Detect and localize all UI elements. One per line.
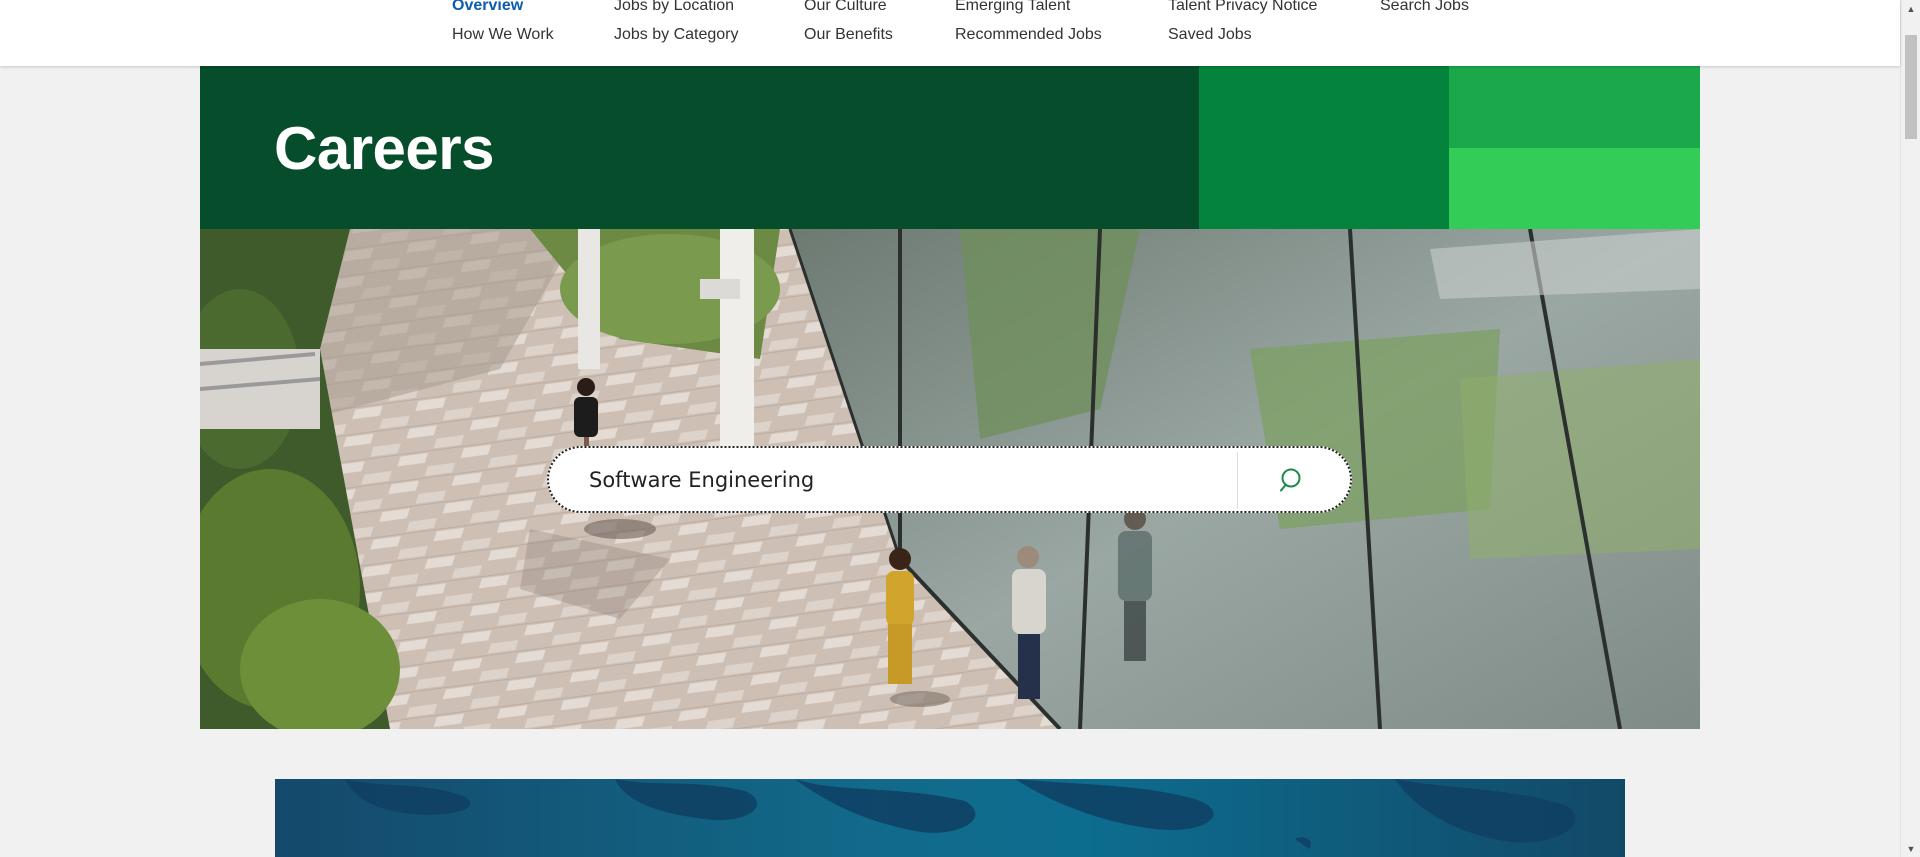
nav-our-benefits[interactable]: Our Benefits	[804, 26, 893, 44]
job-search-input[interactable]	[589, 458, 1229, 502]
search-icon	[1280, 468, 1301, 492]
nav-recommended-jobs[interactable]: Recommended Jobs	[955, 26, 1102, 44]
nav-how-we-work[interactable]: How We Work	[452, 26, 554, 44]
hero-accent-block	[1449, 66, 1700, 148]
nav-jobs-by-category[interactable]: Jobs by Category	[614, 26, 739, 44]
nav-search-jobs[interactable]: Search Jobs	[1380, 0, 1469, 15]
nav-emerging-talent[interactable]: Emerging Talent	[955, 0, 1070, 15]
search-button[interactable]	[1239, 448, 1349, 511]
page-scrollbar[interactable]: ▲ ▼	[1900, 0, 1920, 857]
world-map-banner	[275, 779, 1625, 857]
nav-talent-privacy-notice[interactable]: Talent Privacy Notice	[1168, 0, 1317, 15]
nav-saved-jobs[interactable]: Saved Jobs	[1168, 26, 1252, 44]
nav-our-culture[interactable]: Our Culture	[804, 0, 887, 15]
world-map-illustration	[345, 779, 1576, 849]
search-divider	[1237, 452, 1238, 509]
job-search-bar	[547, 446, 1352, 513]
scroll-up-icon[interactable]: ▲	[1901, 0, 1920, 17]
careers-hero: Careers	[200, 66, 1700, 229]
secondary-nav: Overview Jobs by Location Our Culture Em…	[0, 0, 1900, 66]
scroll-down-icon[interactable]: ▼	[1901, 840, 1920, 857]
scroll-thumb[interactable]	[1905, 35, 1917, 139]
hero-accent-block	[1449, 148, 1700, 229]
nav-jobs-by-location[interactable]: Jobs by Location	[614, 0, 734, 15]
nav-overview[interactable]: Overview	[452, 0, 523, 15]
hero-accent-block	[1199, 66, 1449, 229]
page-title: Careers	[274, 115, 495, 182]
